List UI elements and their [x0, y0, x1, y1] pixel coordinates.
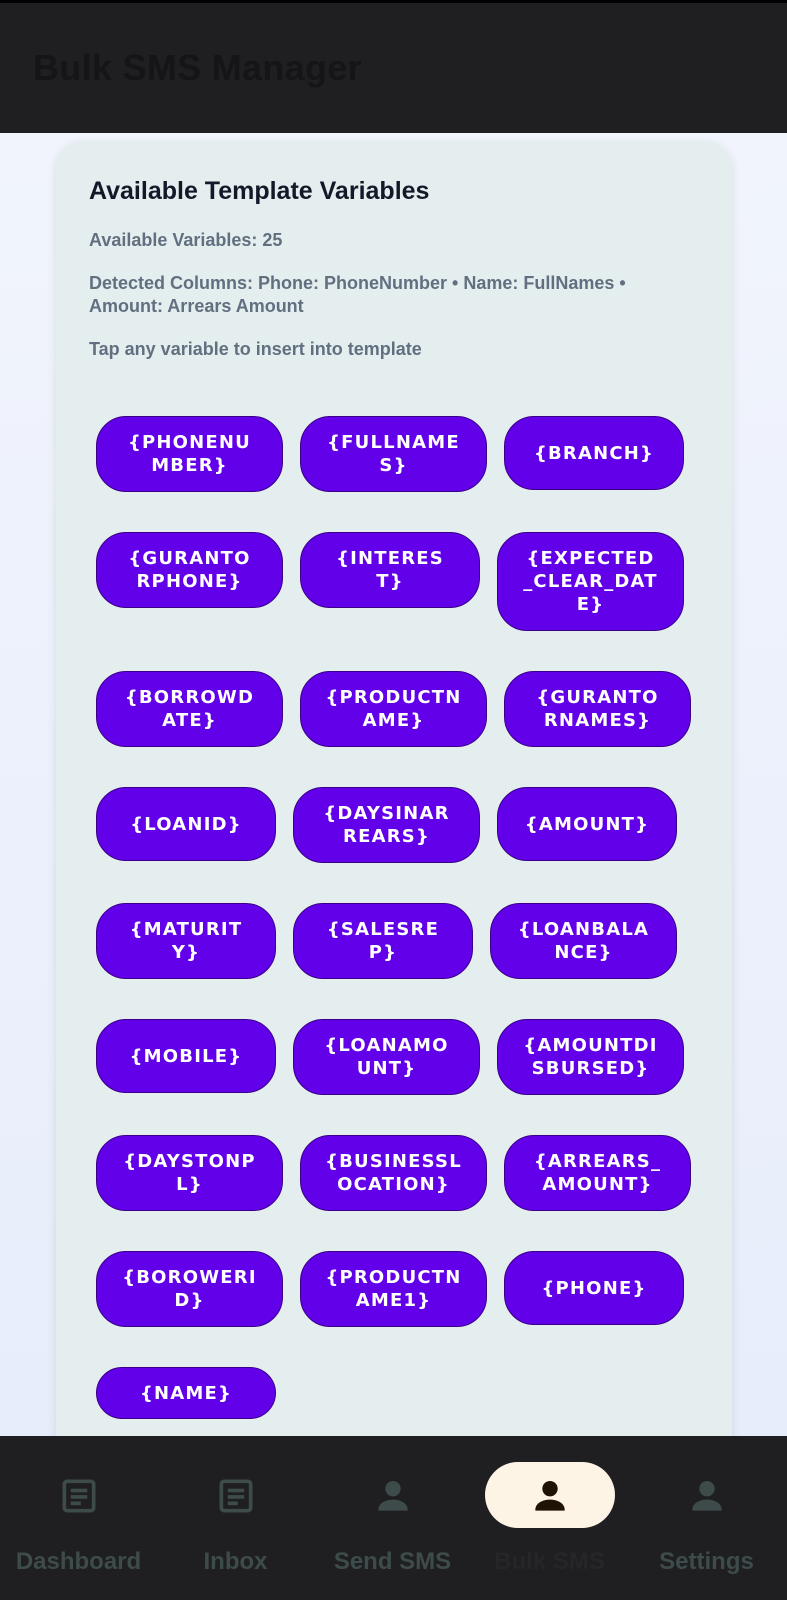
document-icon [219, 1479, 252, 1513]
variable-chip-name[interactable]: {NAME} [96, 1367, 276, 1419]
template-variables-card: Available Template Variables Available V… [56, 141, 732, 1491]
variable-chip-loanamount[interactable]: {LOANAMOUNT} [293, 1019, 480, 1095]
variable-chip-productname[interactable]: {PRODUCTNAME} [300, 671, 487, 747]
nav-label: Send SMS [333, 1548, 452, 1575]
app-title: Bulk SMS Manager [33, 47, 362, 88]
variable-row: {DAYSTONPL} {BUSINESSLOCATION} {ARREARS_… [96, 1135, 708, 1211]
variable-count: Available Variables: 25 [89, 230, 283, 250]
card-title: Available Template Variables [89, 177, 430, 205]
variable-chip-gurantornames[interactable]: {GURANTORNAMES} [504, 671, 691, 747]
document-icon [62, 1479, 95, 1513]
variable-chip-fullnames[interactable]: {FULLNAMES} [300, 416, 487, 492]
bottom-navigation: Dashboard Inbox Send SMS Bulk SMS Settin… [0, 1436, 787, 1600]
variable-chip-interest[interactable]: {INTEREST} [300, 532, 480, 608]
nav-label: Inbox [203, 1548, 268, 1575]
nav-item-inbox[interactable]: Inbox [157, 1436, 314, 1600]
variable-chip-daystonpl[interactable]: {DAYSTONPL} [96, 1135, 283, 1211]
nav-item-bulk-sms[interactable]: Bulk SMS [471, 1436, 628, 1600]
variable-row: {MATURITY} {SALESREP} {LOANBALANCE} [96, 903, 708, 979]
variable-chip-loanbalance[interactable]: {LOANBALANCE} [490, 903, 677, 979]
variable-row: {GURANTORPHONE} {INTEREST} {EXPECTED_CLE… [96, 532, 708, 631]
variable-chip-branch[interactable]: {BRANCH} [504, 416, 684, 490]
variables-grid: {PHONENUMBER} {FULLNAMES} {BRANCH} {GURA… [96, 416, 708, 1459]
person-icon [691, 1480, 722, 1511]
variable-chip-loanid[interactable]: {LOANID} [96, 787, 276, 861]
variable-chip-phonenumber[interactable]: {PHONENUMBER} [96, 416, 283, 492]
variable-chip-borrowdate[interactable]: {BORROWDATE} [96, 671, 283, 747]
variable-row: {PHONENUMBER} {FULLNAMES} {BRANCH} [96, 416, 708, 492]
nav-item-settings[interactable]: Settings [628, 1436, 785, 1600]
variable-chip-borowerid[interactable]: {BOROWERID} [96, 1251, 283, 1327]
variable-chip-arrears-amount[interactable]: {ARREARS_AMOUNT} [504, 1135, 691, 1211]
variable-chip-phone[interactable]: {PHONE} [504, 1251, 684, 1325]
variable-chip-amount[interactable]: {AMOUNT} [497, 787, 677, 861]
detected-columns: Detected Columns: Phone: PhoneNumber • N… [89, 273, 626, 316]
nav-label: Bulk SMS [494, 1548, 605, 1575]
variable-chip-amountdisbursed[interactable]: {AMOUNTDISBURSED} [497, 1019, 684, 1095]
variable-chip-businesslocation[interactable]: {BUSINESSLOCATION} [300, 1135, 487, 1211]
nav-item-dashboard[interactable]: Dashboard [0, 1436, 157, 1600]
variable-row: {MOBILE} {LOANAMOUNT} {AMOUNTDISBURSED} [96, 1019, 708, 1095]
variable-chip-maturity[interactable]: {MATURITY} [96, 903, 276, 979]
nav-label: Settings [659, 1548, 754, 1575]
variable-row: {NAME} [96, 1367, 708, 1419]
variable-chip-productname1[interactable]: {PRODUCTNAME1} [300, 1251, 487, 1327]
variable-chip-daysinarrears[interactable]: {DAYSINARREARS} [293, 787, 480, 863]
nav-item-send-sms[interactable]: Send SMS [314, 1436, 471, 1600]
variable-row: {BORROWDATE} {PRODUCTNAME} {GURANTORNAME… [96, 671, 708, 747]
variable-row: {LOANID} {DAYSINARREARS} {AMOUNT} [96, 787, 708, 863]
variable-chip-salesrep[interactable]: {SALESREP} [293, 903, 473, 979]
variable-chip-mobile[interactable]: {MOBILE} [96, 1019, 276, 1093]
app-bar: Bulk SMS Manager [0, 0, 787, 133]
nav-label: Dashboard [15, 1548, 142, 1575]
variable-chip-expected-clear-date[interactable]: {EXPECTED_CLEAR_DATE} [497, 532, 684, 631]
insert-hint: Tap any variable to insert into template [89, 339, 422, 359]
variable-row: {BOROWERID} {PRODUCTNAME1} {PHONE} [96, 1251, 708, 1327]
person-icon [534, 1480, 565, 1511]
person-icon [377, 1480, 408, 1511]
variable-chip-gurantorphone[interactable]: {GURANTORPHONE} [96, 532, 283, 608]
